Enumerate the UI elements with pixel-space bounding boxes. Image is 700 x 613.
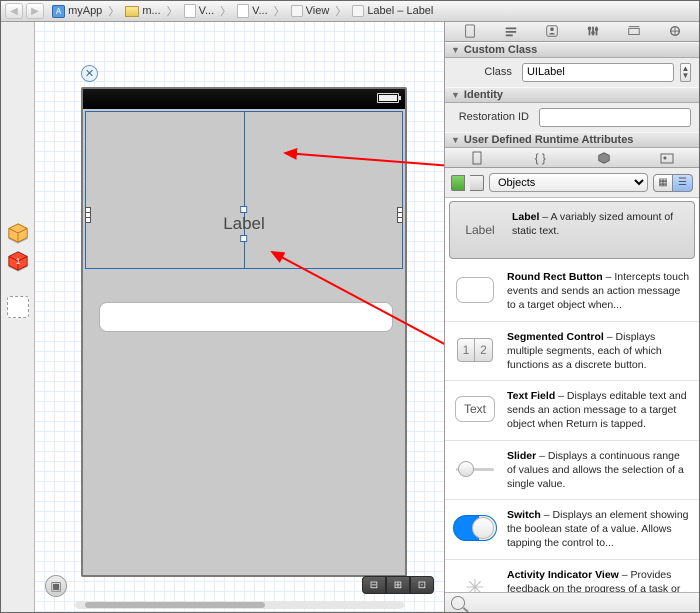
crumb-folder-label: m... [142, 5, 160, 17]
inspector-tab-bar [445, 22, 699, 42]
close-scene-button[interactable]: ✕ [81, 65, 98, 82]
alignment-guide [244, 111, 245, 269]
device-view[interactable]: ✕ Label [81, 87, 407, 577]
files-owner-icon[interactable] [7, 222, 29, 244]
library-grid-view[interactable]: ▦ [653, 174, 673, 192]
uitextfield[interactable] [99, 302, 393, 332]
lib-item-name: Segmented Control [507, 331, 604, 343]
resize-handle-top[interactable] [240, 206, 247, 213]
status-bar [83, 89, 405, 109]
library-item-text-field[interactable]: Text Text Field – Displays editable text… [445, 381, 699, 441]
thumb-spinner-icon: ✳︎ [466, 575, 484, 592]
resolve-button[interactable]: ⊡ [410, 576, 434, 594]
nav-forward-button[interactable]: ▶ [26, 3, 44, 19]
file-inspector-tab[interactable] [457, 22, 483, 40]
canvas-layout-buttons: ⊟ ⊞ ⊡ [362, 576, 434, 594]
thumb-label-icon: Label [465, 223, 494, 237]
attributes-inspector-tab[interactable] [580, 22, 606, 40]
file-template-library-tab[interactable] [464, 149, 490, 167]
connections-inspector-tab[interactable] [662, 22, 688, 40]
object-library-tab[interactable] [591, 149, 617, 167]
library-item-round-rect-button[interactable]: Round Rect Button – Intercepts touch eve… [445, 262, 699, 322]
view-object-icon[interactable] [7, 296, 29, 318]
crumb-view-label: View [306, 5, 330, 17]
battery-icon [377, 93, 399, 103]
library-filter-select[interactable]: Objects [489, 173, 648, 192]
section-identity[interactable]: ▼Identity [445, 87, 699, 103]
thumb-textfield-icon: Text [455, 396, 495, 422]
lib-item-name: Label [512, 211, 539, 223]
library-search-bar[interactable] [445, 592, 699, 612]
restoration-id-field[interactable] [539, 108, 691, 127]
library-item-switch[interactable]: Switch – Displays an element showing the… [445, 500, 699, 560]
lib-item-name: Switch [507, 509, 541, 521]
section-custom-class[interactable]: ▼Custom Class [445, 42, 699, 58]
crumb-current-label: Label – Label [367, 5, 433, 17]
library-item-activity-indicator[interactable]: ✳︎ Activity Indicator View – Provides fe… [445, 560, 699, 592]
restoration-id-label: Restoration ID [453, 111, 529, 123]
document-outline-toggle[interactable]: ▣ [45, 575, 67, 597]
library-scope-icon[interactable] [451, 175, 465, 191]
section-udra-label: User Defined Runtime Attributes [464, 134, 634, 146]
lib-item-name: Round Rect Button [507, 271, 603, 283]
crumb-file-2[interactable]: V... [234, 1, 273, 21]
crumb-project[interactable]: A myApp [49, 1, 107, 21]
crumb-file1-label: V... [199, 5, 215, 17]
canvas-horizontal-scrollbar[interactable] [75, 601, 404, 609]
thumb-segmented-icon: 12 [457, 338, 493, 362]
resize-handle-bottom[interactable] [240, 235, 247, 242]
crumb-file-1[interactable]: V... [181, 1, 220, 21]
class-stepper[interactable]: ▲▼ [680, 63, 691, 82]
crumb-selected-object[interactable]: Label – Label [349, 1, 438, 21]
class-label: Class [453, 66, 512, 78]
code-snippet-library-tab[interactable]: { } [527, 149, 553, 167]
align-button[interactable]: ⊟ [362, 576, 386, 594]
library-item-label[interactable]: Label Label – A variably sized amount of… [449, 201, 695, 259]
svg-text:1: 1 [15, 257, 20, 266]
lib-item-name: Text Field [507, 390, 555, 402]
uilabel-text: Label [223, 214, 265, 233]
section-custom-class-label: Custom Class [464, 44, 537, 56]
utilities-panel: ▼Custom Class Class ▲▼ ▼Identity Restora… [444, 22, 699, 612]
library-list-view[interactable]: ☰ [673, 174, 693, 192]
interface-builder-canvas[interactable]: ✕ Label ▣ ⊟ ⊞ [35, 22, 444, 612]
quick-help-tab[interactable] [498, 22, 524, 40]
section-udra[interactable]: ▼User Defined Runtime Attributes [445, 132, 699, 148]
library-tab-bar: { } [445, 148, 699, 168]
crumb-view[interactable]: View [288, 1, 335, 21]
thumb-button-icon [456, 277, 494, 303]
first-responder-icon[interactable]: 1 [7, 250, 29, 272]
section-identity-label: Identity [464, 89, 503, 101]
object-library-list[interactable]: Label Label – A variably sized amount of… [445, 198, 699, 592]
library-item-slider[interactable]: Slider – Displays a continuous range of … [445, 441, 699, 501]
nav-back-button[interactable]: ◀ [5, 3, 23, 19]
jump-bar: ◀ ▶ A myApp 〉 m... 〉 V... 〉 V... 〉 View … [1, 1, 699, 22]
identity-inspector-tab[interactable] [539, 22, 565, 40]
media-library-tab[interactable] [654, 149, 680, 167]
lib-item-name: Activity Indicator View [507, 569, 619, 581]
crumb-file2-label: V... [252, 5, 268, 17]
pin-button[interactable]: ⊞ [386, 576, 410, 594]
library-item-segmented-control[interactable]: 12 Segmented Control – Displays multiple… [445, 322, 699, 382]
size-inspector-tab[interactable] [621, 22, 647, 40]
uilabel-selected[interactable]: Label [223, 214, 265, 234]
thumb-switch-icon [453, 515, 497, 541]
class-field[interactable] [522, 63, 674, 82]
lib-item-name: Slider [507, 450, 536, 462]
dock-rail: 1 [1, 22, 35, 612]
search-icon [451, 596, 465, 610]
crumb-folder[interactable]: m... [122, 1, 165, 21]
crumb-project-label: myApp [68, 5, 102, 17]
library-scope-toggle[interactable] [470, 175, 484, 191]
thumb-slider-icon [454, 459, 496, 479]
library-filter-bar: Objects ▦ ☰ [445, 168, 699, 198]
